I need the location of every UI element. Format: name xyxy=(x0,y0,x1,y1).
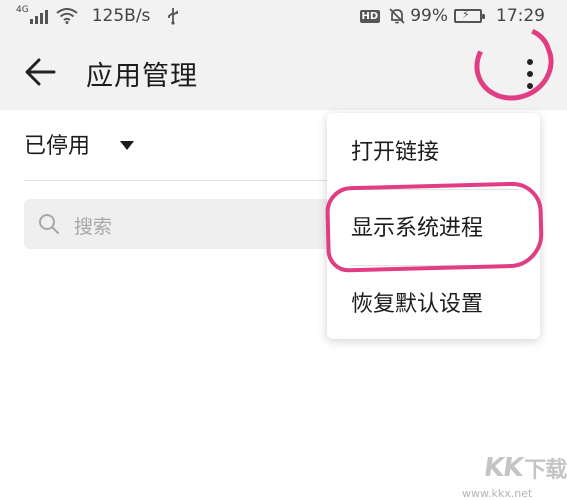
signal-icon xyxy=(29,8,48,24)
menu-item-open-links[interactable]: 打开链接 xyxy=(327,115,540,185)
hd-icon: HD xyxy=(359,9,381,23)
clock: 17:29 xyxy=(496,6,545,26)
watermark-logo-cn: 下载 xyxy=(524,458,567,483)
watermark-logo-text: KK xyxy=(481,453,525,483)
wifi-icon xyxy=(56,8,78,24)
app-management-screen: 4G 125B/s HD 99% ⚡ 17:29 应用管理 已停用 搜索 打开链… xyxy=(0,0,567,500)
page-title: 应用管理 xyxy=(86,61,198,92)
search-icon xyxy=(39,214,59,234)
network-speed: 125B/s xyxy=(91,6,151,26)
watermark-url: www.kkx.net xyxy=(462,487,533,500)
search-input[interactable]: 搜索 xyxy=(24,199,354,249)
divider xyxy=(24,180,342,181)
filter-selected-label: 已停用 xyxy=(24,134,91,159)
mute-bell-icon xyxy=(389,8,405,24)
status-bar: 4G 125B/s HD 99% ⚡ 17:29 xyxy=(0,0,567,34)
battery-percent: 99% xyxy=(410,6,448,26)
usb-icon xyxy=(168,8,179,25)
search-placeholder: 搜索 xyxy=(74,216,113,238)
status-left: 4G 125B/s xyxy=(16,5,180,26)
more-vertical-icon[interactable] xyxy=(516,52,544,96)
menu-divider xyxy=(351,265,521,266)
battery-icon: ⚡ xyxy=(454,8,485,23)
overflow-menu: 打开链接 显示系统进程 恢复默认设置 xyxy=(327,113,540,339)
triangle-down-icon xyxy=(120,140,135,150)
filter-dropdown[interactable]: 已停用 xyxy=(24,128,135,160)
menu-item-restore-defaults[interactable]: 恢复默认设置 xyxy=(327,267,540,337)
menu-item-show-system-processes[interactable]: 显示系统进程 xyxy=(327,191,540,261)
watermark-logo: KK 下载 xyxy=(481,452,567,484)
status-right: HD 99% ⚡ 17:29 xyxy=(359,6,545,26)
menu-divider xyxy=(351,189,521,190)
app-bar: 应用管理 xyxy=(0,34,567,110)
arrow-left-icon[interactable] xyxy=(22,54,58,90)
network-type: 4G xyxy=(16,5,29,15)
